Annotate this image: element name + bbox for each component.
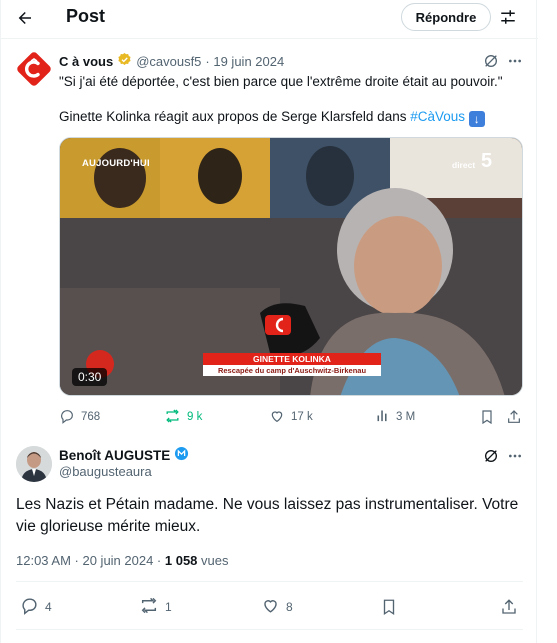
grok-icon[interactable] — [481, 51, 501, 71]
lower-third-name: GINETTE KOLINKA — [253, 354, 331, 364]
hashtag-link[interactable]: #CàVous — [410, 109, 465, 124]
more-options-icon[interactable] — [505, 51, 525, 71]
reply-icon — [20, 596, 39, 618]
display-name[interactable]: Benoît AUGUSTE — [59, 448, 170, 463]
post-metadata: 12:03 AM · 20 juin 2024 · 1 058 vues — [16, 553, 229, 568]
post-timestamp[interactable]: 12:03 AM · 20 juin 2024 · — [16, 553, 165, 568]
post-date[interactable]: · 19 juin 2024 — [205, 54, 284, 69]
post-actions: 768 9 k 17 k 3 M — [59, 407, 529, 427]
post-text-prefix: Ginette Kolinka réagit aux propos de Ser… — [59, 109, 407, 124]
post-actions: 4 1 8 — [16, 596, 526, 618]
timeline-column: Post Répondre C à vous @cavousf5 · 19 ju… — [0, 0, 538, 643]
bookmark-icon[interactable] — [479, 407, 495, 427]
display-name[interactable]: C à vous — [59, 54, 113, 69]
like-action[interactable]: 8 — [261, 596, 293, 618]
post-text-body: Ginette Kolinka réagit aux propos de Ser… — [59, 108, 485, 127]
repost-count: 9 k — [187, 411, 203, 423]
user-handle[interactable]: @cavousf5 — [136, 54, 201, 69]
repost-icon — [139, 596, 159, 618]
user-handle[interactable]: @baugusteaura — [59, 464, 152, 479]
views-icon — [375, 408, 390, 426]
verified-gold-badge-icon — [117, 52, 132, 70]
more-options-icon[interactable] — [505, 446, 525, 466]
reply-icon — [59, 408, 75, 427]
author-name-row: Benoît AUGUSTE — [59, 446, 189, 464]
views-action[interactable]: 3 M — [375, 407, 415, 427]
video-duration-badge: 0:30 — [72, 368, 108, 386]
reply-action[interactable]: 4 — [20, 596, 52, 618]
post-text-quote: "Si j'ai été déportée, c'est bien parce … — [59, 74, 503, 89]
share-icon[interactable] — [500, 596, 518, 618]
cavous-logo-icon — [17, 52, 51, 86]
like-count: 17 k — [291, 411, 313, 423]
reply-button[interactable]: Répondre — [401, 3, 491, 31]
views-count: 3 M — [396, 411, 416, 423]
like-count: 8 — [286, 600, 293, 614]
view-count: 1 058 — [164, 553, 198, 568]
verified-badge-icon — [174, 446, 189, 464]
divider — [16, 629, 523, 630]
divider — [16, 581, 523, 582]
heart-icon — [269, 408, 285, 427]
repost-count: 1 — [165, 600, 172, 614]
repost-action[interactable]: 9 k — [164, 407, 202, 427]
avatar[interactable] — [16, 446, 52, 482]
channel-label: direct — [452, 160, 476, 170]
reply-settings-icon[interactable] — [497, 6, 519, 28]
reply-count: 4 — [45, 600, 52, 614]
views-label: vues — [197, 553, 229, 568]
reply-action[interactable]: 768 — [59, 407, 100, 427]
down-arrow-emoji-icon: ↓ — [468, 111, 485, 127]
repost-action[interactable]: 1 — [139, 596, 172, 618]
focused-post: Benoît AUGUSTE @baugusteaura Les Nazis e… — [1, 434, 538, 643]
avatar[interactable] — [16, 51, 52, 87]
back-arrow-icon[interactable] — [13, 6, 37, 30]
page-title: Post — [66, 6, 106, 26]
channel-number: 5 — [481, 150, 493, 172]
bookmark-icon[interactable] — [380, 596, 398, 618]
grok-icon[interactable] — [481, 446, 501, 466]
like-action[interactable]: 17 k — [269, 407, 313, 427]
heart-icon — [261, 596, 280, 618]
lower-third-subtitle: Rescapée du camp d'Auschwitz-Birkenau — [217, 366, 367, 375]
share-icon[interactable] — [506, 407, 522, 427]
page-header: Post Répondre — [1, 0, 538, 36]
reply-count: 768 — [81, 411, 101, 423]
video-overlay-label: AUJOURD'HUI — [82, 158, 150, 169]
video-player[interactable]: AUJOURD'HUI direct 5 GINETTE KOLINKA Res… — [59, 137, 523, 396]
post-header: C à vous @cavousf5 · 19 juin 2024 — [59, 52, 284, 70]
repost-icon — [164, 408, 181, 427]
post-text: Les Nazis et Pétain madame. Ne vous lais… — [16, 496, 519, 535]
parent-post[interactable]: C à vous @cavousf5 · 19 juin 2024 "Si j'… — [1, 38, 538, 434]
